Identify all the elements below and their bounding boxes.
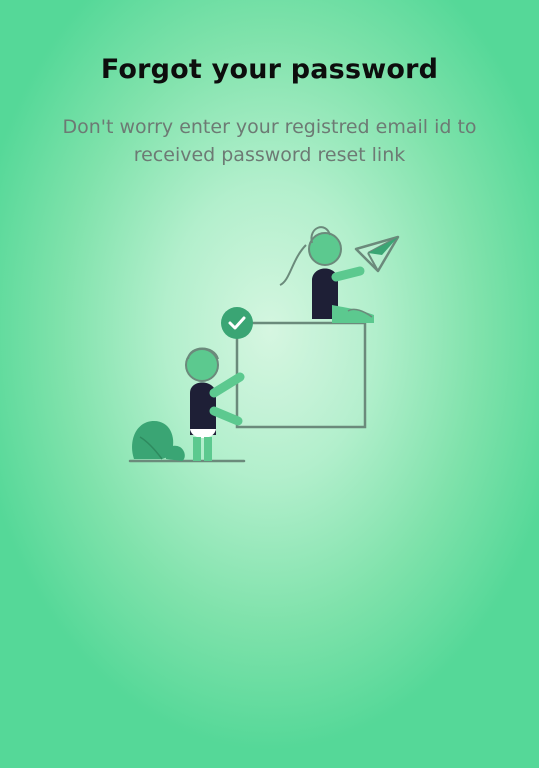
upper-figure [279, 226, 374, 323]
page-subtitle: Don't worry enter your registred email i… [62, 116, 477, 166]
check-icon [221, 307, 253, 339]
paper-plane-icon [354, 235, 400, 273]
forgot-password-screen: Forgot your password Don't worry enter y… [0, 0, 539, 768]
password-reset-illustration [128, 226, 400, 463]
page-title: Forgot your password [100, 54, 439, 85]
box-outline [235, 321, 367, 429]
plant-icon [132, 421, 185, 461]
lower-figure [185, 347, 245, 461]
